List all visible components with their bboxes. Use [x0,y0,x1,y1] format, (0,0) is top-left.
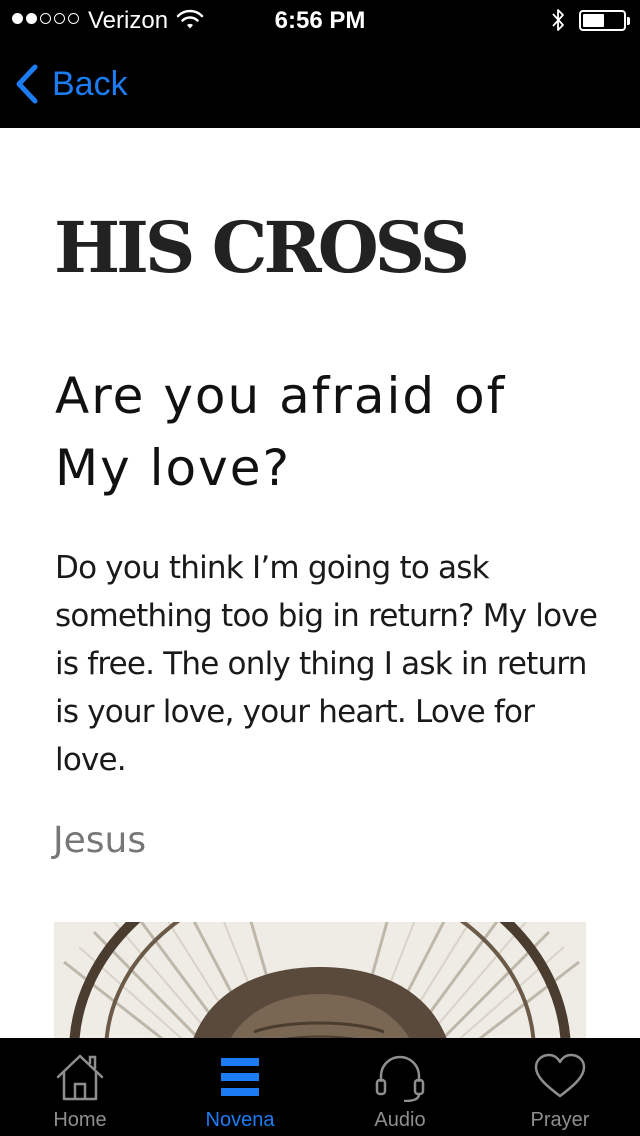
tab-novena[interactable]: Novena [160,1038,320,1136]
page-title: HIS CROSS [54,206,470,289]
chevron-left-icon [16,64,38,104]
back-button-label: Back [52,64,128,103]
headset-icon [375,1055,425,1102]
sacred-heart-image [54,922,586,1038]
article-content[interactable]: HIS CROSS Are you afraid of My love? Do … [0,128,640,1038]
article-author: Jesus [53,820,147,861]
tab-audio[interactable]: Audio [320,1038,480,1136]
article-body: Do you think I’m going to ask something … [55,550,598,778]
tab-audio-label: Audio [374,1109,426,1131]
heart-icon [534,1053,586,1098]
tab-novena-label: Novena [205,1109,275,1131]
tab-home-label: Home [53,1109,107,1131]
article-subtitle: Are you afraid of My love? [55,367,507,497]
navigation-bar: Back [0,40,640,128]
tab-prayer[interactable]: Prayer [480,1038,640,1136]
status-bar: Verizon 6:56 PM [0,0,640,40]
back-button[interactable]: Back [14,62,128,106]
home-icon [56,1054,104,1101]
tab-bar: Home Novena Audio Prayer [0,1038,640,1136]
status-time: 6:56 PM [274,7,366,34]
list-icon [221,1058,259,1096]
tab-home[interactable]: Home [0,1038,160,1136]
bluetooth-icon [552,9,564,31]
tab-prayer-label: Prayer [530,1109,590,1131]
battery-icon [579,10,630,31]
